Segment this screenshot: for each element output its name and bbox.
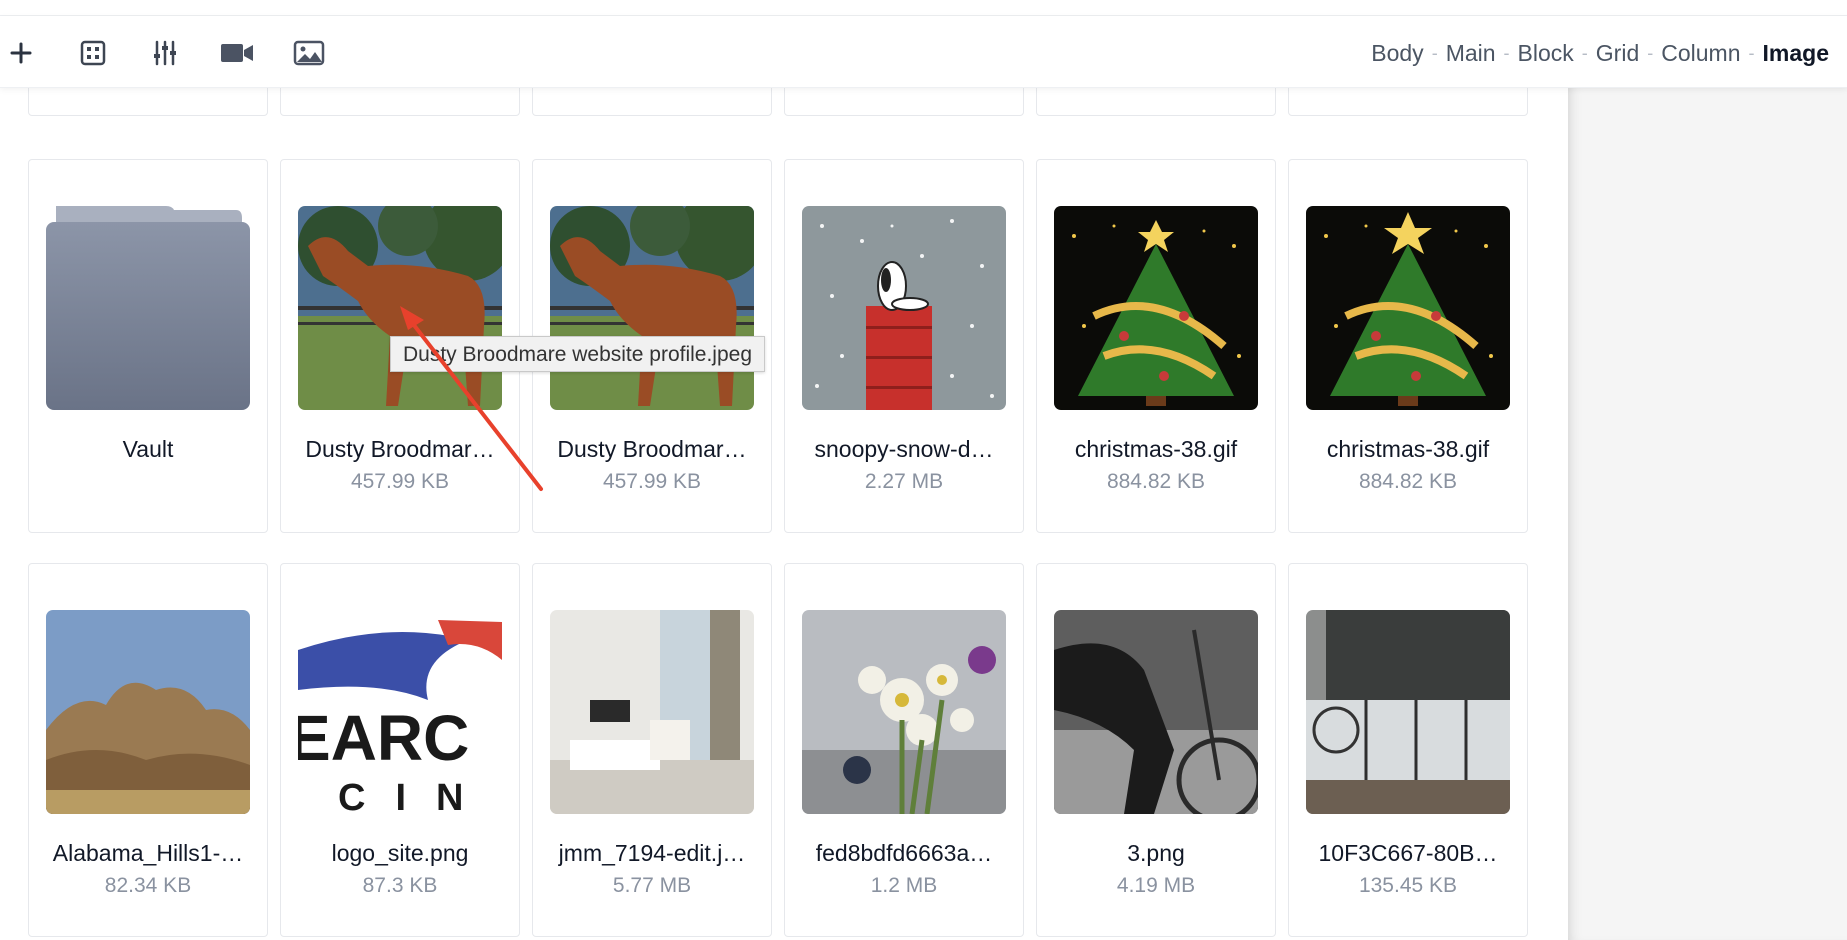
file-size: 5.77 MB	[612, 874, 692, 897]
image-card[interactable]: Alabama_Hills1-… 82.34 KB	[28, 563, 268, 937]
breadcrumb-separator: -	[1503, 42, 1510, 63]
add-button[interactable]	[4, 36, 38, 70]
sliders-icon	[154, 40, 176, 66]
media-card-partial[interactable]	[28, 88, 268, 116]
image-card[interactable]: jmm_7194-edit.j… 5.77 MB	[532, 563, 772, 937]
editor-toolbar: Body - Main - Block - Grid - Column - Im…	[0, 16, 1847, 88]
image-button[interactable]	[292, 36, 326, 70]
image-thumbnail	[1054, 206, 1258, 410]
media-card-partial[interactable]	[280, 88, 520, 116]
image-icon	[293, 40, 325, 66]
file-name: snoopy-snow-d…	[814, 436, 994, 462]
image-thumbnail	[46, 610, 250, 814]
breadcrumb-separator: -	[1581, 42, 1588, 63]
svg-text:EARC: EARC	[298, 702, 469, 774]
image-thumbnail	[550, 206, 754, 410]
file-name: logo_site.png	[331, 840, 469, 866]
breadcrumb: Body - Main - Block - Grid - Column - Im…	[1371, 40, 1829, 66]
file-size: 87.3 KB	[362, 874, 438, 897]
file-name: christmas-38.gif	[1074, 436, 1238, 462]
file-name: Dusty Broodmar…	[557, 436, 747, 462]
file-name: Alabama_Hills1-…	[52, 840, 244, 866]
media-card-partial[interactable]	[1036, 88, 1276, 116]
folder-card-vault[interactable]: Vault	[28, 159, 268, 533]
breadcrumb-separator: -	[1647, 42, 1654, 63]
breadcrumb-block[interactable]: Block	[1518, 40, 1574, 67]
image-card[interactable]: snoopy-snow-d… 2.27 MB	[784, 159, 1024, 533]
image-thumbnail: EARC CIN	[298, 610, 502, 814]
breadcrumb-separator: -	[1748, 42, 1755, 63]
plus-icon	[10, 42, 32, 64]
file-size: 884.82 KB	[1106, 470, 1206, 493]
file-name: fed8bdfd6663a…	[815, 840, 993, 866]
file-size: 1.2 MB	[870, 874, 938, 897]
image-thumbnail	[1306, 206, 1510, 410]
breadcrumb-main[interactable]: Main	[1446, 40, 1496, 67]
file-size: 457.99 KB	[350, 470, 450, 493]
image-card[interactable]: christmas-38.gif 884.82 KB	[1036, 159, 1276, 533]
adjustments-button[interactable]	[148, 36, 182, 70]
svg-text:CIN: CIN	[338, 777, 493, 814]
file-size: 2.27 MB	[864, 470, 944, 493]
window-top-strip	[0, 0, 1847, 16]
breadcrumb-grid[interactable]: Grid	[1596, 40, 1639, 67]
media-card-partial[interactable]	[532, 88, 772, 116]
file-name: 3.png	[1127, 840, 1185, 866]
breadcrumb-column[interactable]: Column	[1661, 40, 1740, 67]
layout-grid-button[interactable]	[76, 36, 110, 70]
image-card[interactable]: 10F3C667-80B… 135.45 KB	[1288, 563, 1528, 937]
image-card[interactable]: EARC CIN logo_site.png 87.3 KB	[280, 563, 520, 937]
breadcrumb-separator: -	[1431, 42, 1438, 63]
breadcrumb-body[interactable]: Body	[1371, 40, 1423, 67]
file-size: 135.45 KB	[1358, 874, 1458, 897]
image-thumbnail	[802, 206, 1006, 410]
image-card[interactable]: 3.png 4.19 MB	[1036, 563, 1276, 937]
file-size: 884.82 KB	[1358, 470, 1458, 493]
file-name: 10F3C667-80B…	[1318, 840, 1498, 866]
filename-tooltip: Dusty Broodmare website profile.jpeg	[390, 336, 766, 372]
breadcrumb-image[interactable]: Image	[1763, 40, 1829, 67]
grid-icon	[80, 40, 106, 66]
image-card[interactable]: christmas-38.gif 884.82 KB	[1288, 159, 1528, 533]
file-name: jmm_7194-edit.j…	[558, 840, 746, 866]
image-thumbnail	[298, 206, 502, 410]
image-thumbnail	[1054, 610, 1258, 814]
media-grid: Vault Dusty Broodmar… 457.99 KB Dusty Br…	[0, 88, 1568, 940]
file-name: Dusty Broodmar…	[305, 436, 495, 462]
video-icon	[221, 44, 253, 62]
file-name: christmas-38.gif	[1326, 436, 1490, 462]
file-name: Vault	[122, 436, 174, 462]
media-card-partial[interactable]	[1288, 88, 1528, 116]
file-size: 4.19 MB	[1116, 874, 1196, 897]
media-card-partial[interactable]	[784, 88, 1024, 116]
video-button[interactable]	[220, 36, 254, 70]
file-size: 82.34 KB	[104, 874, 192, 897]
file-size: 457.99 KB	[602, 470, 702, 493]
image-thumbnail	[1306, 610, 1510, 814]
image-thumbnail	[802, 610, 1006, 814]
right-side-pane	[1568, 88, 1847, 940]
image-thumbnail	[550, 610, 754, 814]
image-card[interactable]: fed8bdfd6663a… 1.2 MB	[784, 563, 1024, 937]
folder-icon	[46, 206, 250, 410]
